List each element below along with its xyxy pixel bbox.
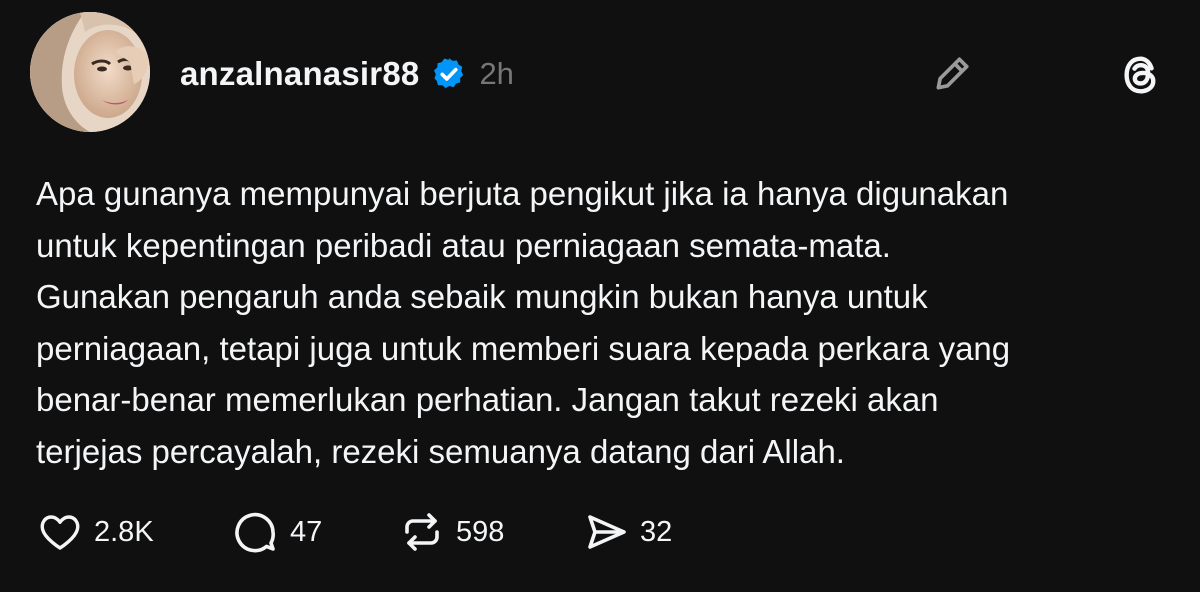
threads-logo-icon [1124,56,1156,94]
speech-bubble-icon [235,512,275,553]
send-icon [588,515,626,549]
reply-button[interactable]: 47 [232,508,398,556]
like-button[interactable]: 2.8K [36,508,232,556]
post-line: Gunakan pengaruh anda sebaik mungkin buk… [36,278,928,315]
post-line: terjejas percayalah, rezeki semuanya dat… [36,432,845,470]
repost-icon [405,513,439,551]
pencil-icon [936,57,969,90]
post-line: Apa gunanya mempunyai berjuta pengikut j… [36,175,1009,212]
post-line: benar-benar memerlukan perhatian. Jangan… [36,381,939,418]
edit-button[interactable] [928,48,978,98]
share-button[interactable]: 32 [582,508,702,556]
share-count: 32 [640,515,673,548]
post-time: 2h [479,56,514,91]
username[interactable]: anzalnanasir88 [180,55,419,93]
repost-count: 598 [456,515,505,548]
heart-icon [40,515,80,550]
verified-badge-icon [431,56,467,92]
repost-button[interactable]: 598 [398,508,582,556]
threads-logo-button[interactable] [1116,50,1166,100]
reply-count: 47 [290,515,323,548]
post-line: perniagaan, tetapi juga untuk memberi su… [36,329,1011,367]
like-count: 2.8K [94,515,154,548]
avatar-image [30,12,150,132]
post-line: untuk kepentingan peribadi atau perniaga… [36,226,891,264]
avatar[interactable] [30,12,150,132]
post-body: Apa gunanya mempunyai berjuta pengikut j… [36,168,1186,477]
post-header: anzalnanasir88 2h [180,52,514,96]
action-bar: 2.8K 47 598 32 [36,508,702,556]
